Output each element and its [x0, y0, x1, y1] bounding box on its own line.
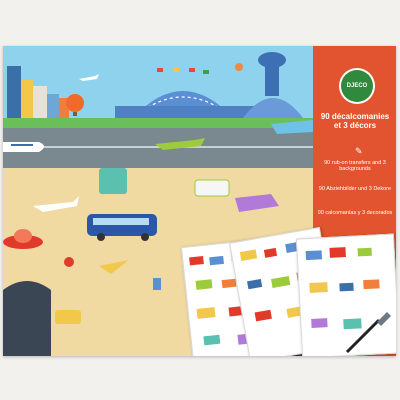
brush-icon	[345, 312, 391, 354]
product-title: 90 décalcomanies et 3 décors	[320, 112, 390, 131]
brand-logo: DJECO	[339, 68, 375, 104]
product-desc-de: 90 Abziehbilder und 3 Dekore	[318, 186, 392, 192]
brand-name: DJECO	[341, 70, 373, 102]
product-desc-es: 90 calcomanías y 3 decorados	[317, 210, 393, 216]
brush-icon: ✎	[355, 146, 363, 156]
product-box: DJECO 90 décalcomanies et 3 décors ✎ 90 …	[3, 46, 396, 356]
hot-air-balloon-icon	[66, 94, 84, 112]
product-desc-en: 90 rub-on transfers and 3 backgrounds	[324, 160, 386, 173]
